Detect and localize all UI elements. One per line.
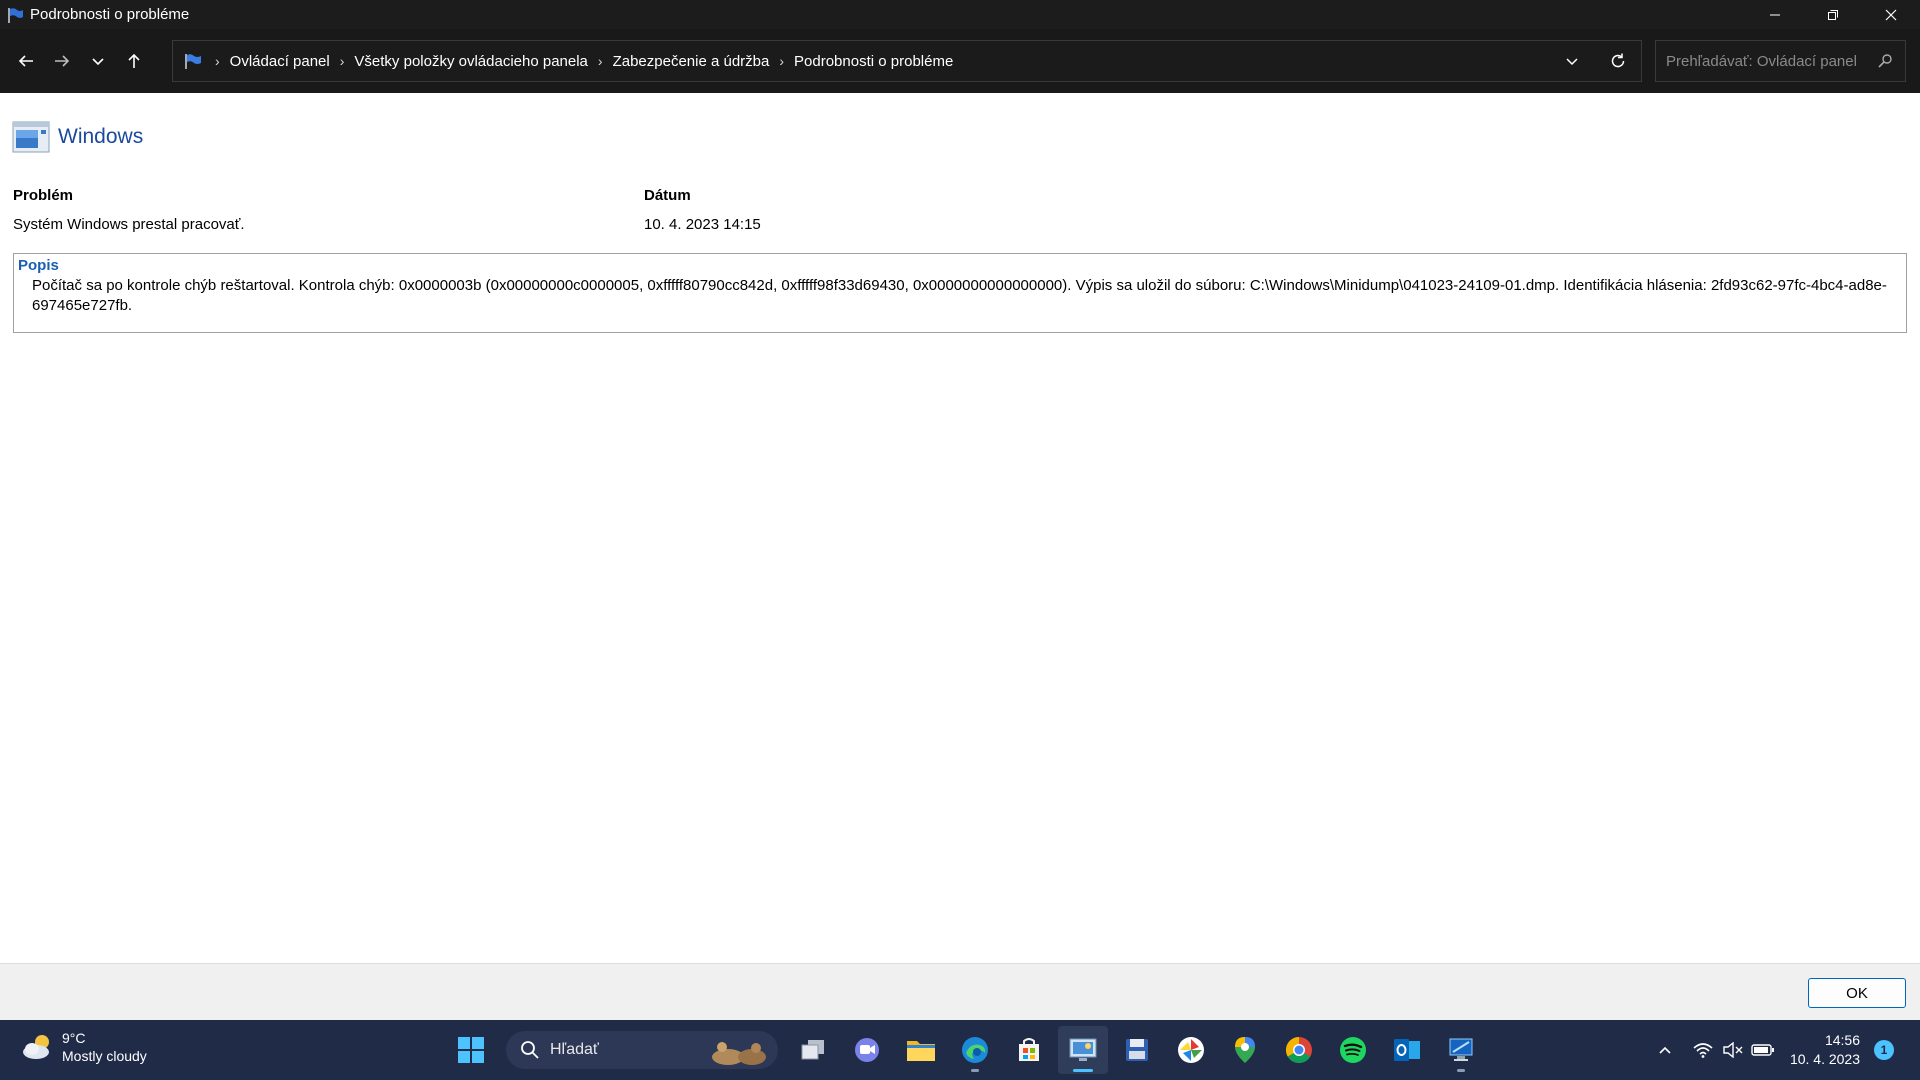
save-app-button[interactable] — [1112, 1026, 1162, 1074]
maps-pin-icon — [1235, 1037, 1255, 1063]
outlook-button[interactable] — [1382, 1026, 1432, 1074]
taskbar-search-placeholder: Hľadať — [550, 1041, 599, 1058]
edge-icon — [962, 1037, 988, 1063]
edge-button[interactable] — [950, 1026, 1000, 1074]
clock-time: 14:56 — [1824, 1032, 1860, 1048]
dialog-footer: OK — [0, 963, 1920, 1020]
refresh-button[interactable] — [1595, 41, 1641, 81]
search-icon — [521, 1041, 539, 1059]
ok-button[interactable]: OK — [1808, 978, 1906, 1008]
chrome-button[interactable] — [1274, 1026, 1324, 1074]
battery-button[interactable] — [1748, 1035, 1778, 1065]
control-panel-button[interactable] — [1058, 1026, 1108, 1074]
floppy-save-icon — [1126, 1039, 1148, 1061]
date-value: 10. 4. 2023 14:15 — [644, 216, 761, 233]
restore-button[interactable] — [1804, 0, 1862, 29]
content-area: Windows Problém Systém Windows prestal p… — [0, 93, 1920, 963]
taskbar: 9°C Mostly cloudy Hľadať 14:56 10. 4. 20… — [0, 1020, 1920, 1080]
colorful-app-icon — [1178, 1037, 1204, 1063]
battery-icon — [1751, 1044, 1774, 1056]
program-name: Windows — [58, 125, 144, 148]
problem-details-window: Podrobnosti o probléme › Ovládací panel … — [0, 0, 1920, 1020]
breadcrumb-chevron-icon: › — [597, 53, 603, 69]
weather-temperature: 9°C — [62, 1030, 86, 1046]
start-button[interactable] — [446, 1026, 496, 1074]
search-box[interactable] — [1655, 40, 1906, 82]
spotify-icon — [1340, 1037, 1366, 1063]
remote-desktop-icon — [1449, 1038, 1473, 1061]
breadcrumb-chevron-icon: › — [779, 53, 785, 69]
teams-chat-button[interactable] — [842, 1026, 892, 1074]
search-highlight-icon — [712, 1042, 766, 1065]
system-tray: 14:56 10. 4. 2023 1 — [1650, 1020, 1920, 1080]
breadcrumb-chevron-icon: › — [215, 53, 220, 69]
breadcrumb-security-maintenance[interactable]: Zabezpečenie a údržba — [613, 53, 770, 70]
microsoft-store-icon — [1019, 1038, 1039, 1061]
flag-icon — [4, 4, 26, 26]
minimize-button[interactable] — [1746, 0, 1804, 29]
description-label: Popis — [18, 257, 59, 274]
remote-desktop-button[interactable] — [1436, 1026, 1486, 1074]
problem-value: Systém Windows prestal pracovať. — [13, 216, 245, 233]
clock-date: 10. 4. 2023 — [1789, 1051, 1860, 1067]
teams-chat-icon — [855, 1038, 879, 1062]
file-explorer-icon — [907, 1041, 935, 1061]
weather-description: Mostly cloudy — [62, 1048, 147, 1064]
wifi-icon — [1693, 1043, 1713, 1058]
chevron-up-icon — [1659, 1046, 1671, 1054]
date-label: Dátum — [644, 187, 691, 204]
up-button[interactable] — [116, 41, 152, 81]
breadcrumb-chevron-icon: › — [339, 53, 345, 69]
maps-button[interactable] — [1220, 1026, 1270, 1074]
clock[interactable]: 14:56 10. 4. 2023 — [1790, 1031, 1860, 1069]
back-button[interactable] — [8, 41, 44, 81]
breadcrumb-control-panel[interactable]: Ovládací panel — [230, 53, 330, 70]
control-panel-icon — [1069, 1038, 1097, 1061]
search-icon[interactable] — [1877, 53, 1893, 74]
address-history-button[interactable] — [1549, 41, 1595, 81]
colorful-app-button[interactable] — [1166, 1026, 1216, 1074]
taskbar-search[interactable]: Hľadať — [506, 1031, 778, 1069]
file-explorer-button[interactable] — [896, 1026, 946, 1074]
recent-locations-button[interactable] — [80, 41, 116, 81]
search-input[interactable] — [1666, 52, 1876, 70]
wifi-button[interactable] — [1688, 1035, 1718, 1065]
navigation-bar: › Ovládací panel › Všetky položky ovláda… — [0, 29, 1920, 93]
microsoft-store-button[interactable] — [1004, 1026, 1054, 1074]
title-bar: Podrobnosti o probléme — [0, 0, 1920, 29]
task-view-button[interactable] — [788, 1026, 838, 1074]
volume-muted-icon — [1723, 1042, 1743, 1058]
weather-widget[interactable]: 9°C Mostly cloudy — [20, 1029, 147, 1065]
window-title: Podrobnosti o probléme — [30, 6, 190, 23]
forward-button[interactable] — [44, 41, 80, 81]
breadcrumb-problem-details[interactable]: Podrobnosti o probléme — [794, 53, 953, 70]
spotify-button[interactable] — [1328, 1026, 1378, 1074]
description-group: Popis Počítač sa po kontrole chýb reštar… — [13, 253, 1907, 333]
description-text: Počítač sa po kontrole chýb reštartoval.… — [32, 277, 1887, 314]
notification-badge[interactable]: 1 — [1874, 1040, 1894, 1060]
windows-app-icon — [12, 121, 50, 153]
windows-logo-icon — [458, 1037, 484, 1063]
flag-icon — [183, 50, 205, 72]
task-view-icon — [801, 1040, 824, 1060]
volume-button[interactable] — [1718, 1035, 1748, 1065]
close-button[interactable] — [1862, 0, 1920, 29]
program-header: Windows — [12, 121, 143, 153]
cloudy-weather-icon — [23, 1035, 49, 1059]
address-bar[interactable]: › Ovládací panel › Všetky položky ovláda… — [172, 40, 1642, 82]
chrome-icon — [1285, 1036, 1312, 1064]
problem-label: Problém — [13, 187, 74, 204]
outlook-icon — [1394, 1039, 1420, 1061]
show-hidden-icons-button[interactable] — [1650, 1035, 1680, 1065]
breadcrumb-all-items[interactable]: Všetky položky ovládacieho panela — [354, 53, 587, 70]
